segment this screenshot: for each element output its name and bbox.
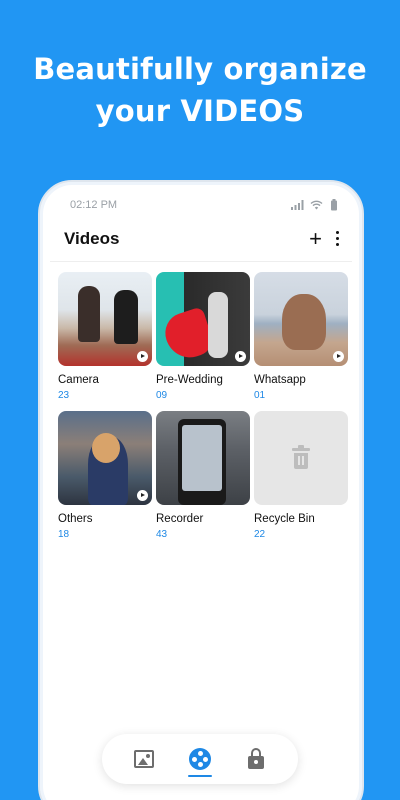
album-name: Recorder: [156, 513, 204, 525]
more-options-icon[interactable]: [336, 231, 340, 246]
promo-line-2: your VIDEOS: [95, 94, 305, 128]
lock-icon: [248, 747, 264, 769]
play-icon: [137, 351, 148, 362]
album-count: 09: [156, 390, 168, 401]
promo-headline: Beautifully organize your VIDEOS: [0, 48, 400, 132]
nav-videos[interactable]: [185, 739, 215, 779]
album-count: 43: [156, 529, 168, 540]
nav-locked[interactable]: [241, 739, 271, 779]
status-time: 02:12 PM: [70, 199, 118, 211]
album-thumbnail[interactable]: [58, 272, 152, 366]
album-thumbnail[interactable]: [156, 272, 250, 366]
phone-frame: 02:12 PM Videos + Camera 23 Pre-Wedding …: [38, 180, 364, 800]
wifi-icon: [310, 200, 323, 210]
album-card-recorder[interactable]: Recorder 43: [156, 411, 250, 540]
add-button[interactable]: +: [309, 227, 322, 249]
play-icon: [137, 490, 148, 501]
album-card-recycle-bin[interactable]: Recycle Bin 22: [254, 411, 348, 540]
app-bar-actions: +: [309, 227, 340, 249]
nav-photos[interactable]: [129, 739, 159, 779]
album-card-pre-wedding[interactable]: Pre-Wedding 09: [156, 272, 250, 401]
album-grid: Camera 23 Pre-Wedding 09 Whatsapp 01 Oth…: [50, 262, 352, 540]
album-name: Pre-Wedding: [156, 374, 223, 386]
page-title: Videos: [64, 228, 120, 248]
active-indicator: [188, 775, 212, 777]
album-count: 23: [58, 390, 70, 401]
album-thumbnail[interactable]: [156, 411, 250, 505]
play-icon: [235, 351, 246, 362]
bottom-navigation: [102, 734, 298, 784]
album-card-others[interactable]: Others 18: [58, 411, 152, 540]
album-name: Whatsapp: [254, 374, 306, 386]
album-card-whatsapp[interactable]: Whatsapp 01: [254, 272, 348, 401]
play-icon: [333, 351, 344, 362]
app-bar: Videos +: [50, 216, 352, 262]
album-name: Others: [58, 513, 93, 525]
album-name: Recycle Bin: [254, 513, 315, 525]
photo-icon: [134, 750, 154, 768]
battery-icon: [331, 199, 337, 211]
album-count: 01: [254, 390, 266, 401]
promo-line-1: Beautifully organize: [33, 52, 367, 86]
album-count: 18: [58, 529, 70, 540]
album-card-camera[interactable]: Camera 23: [58, 272, 152, 401]
video-reel-icon: [189, 748, 211, 770]
album-thumbnail[interactable]: [254, 411, 348, 505]
status-icons: [291, 199, 340, 211]
album-count: 22: [254, 529, 266, 540]
album-thumbnail[interactable]: [254, 272, 348, 366]
trash-icon: [292, 445, 310, 469]
app-screen: 02:12 PM Videos + Camera 23 Pre-Wedding …: [50, 194, 352, 800]
status-bar: 02:12 PM: [50, 194, 352, 216]
album-name: Camera: [58, 374, 99, 386]
signal-icon: [291, 200, 304, 210]
album-thumbnail[interactable]: [58, 411, 152, 505]
